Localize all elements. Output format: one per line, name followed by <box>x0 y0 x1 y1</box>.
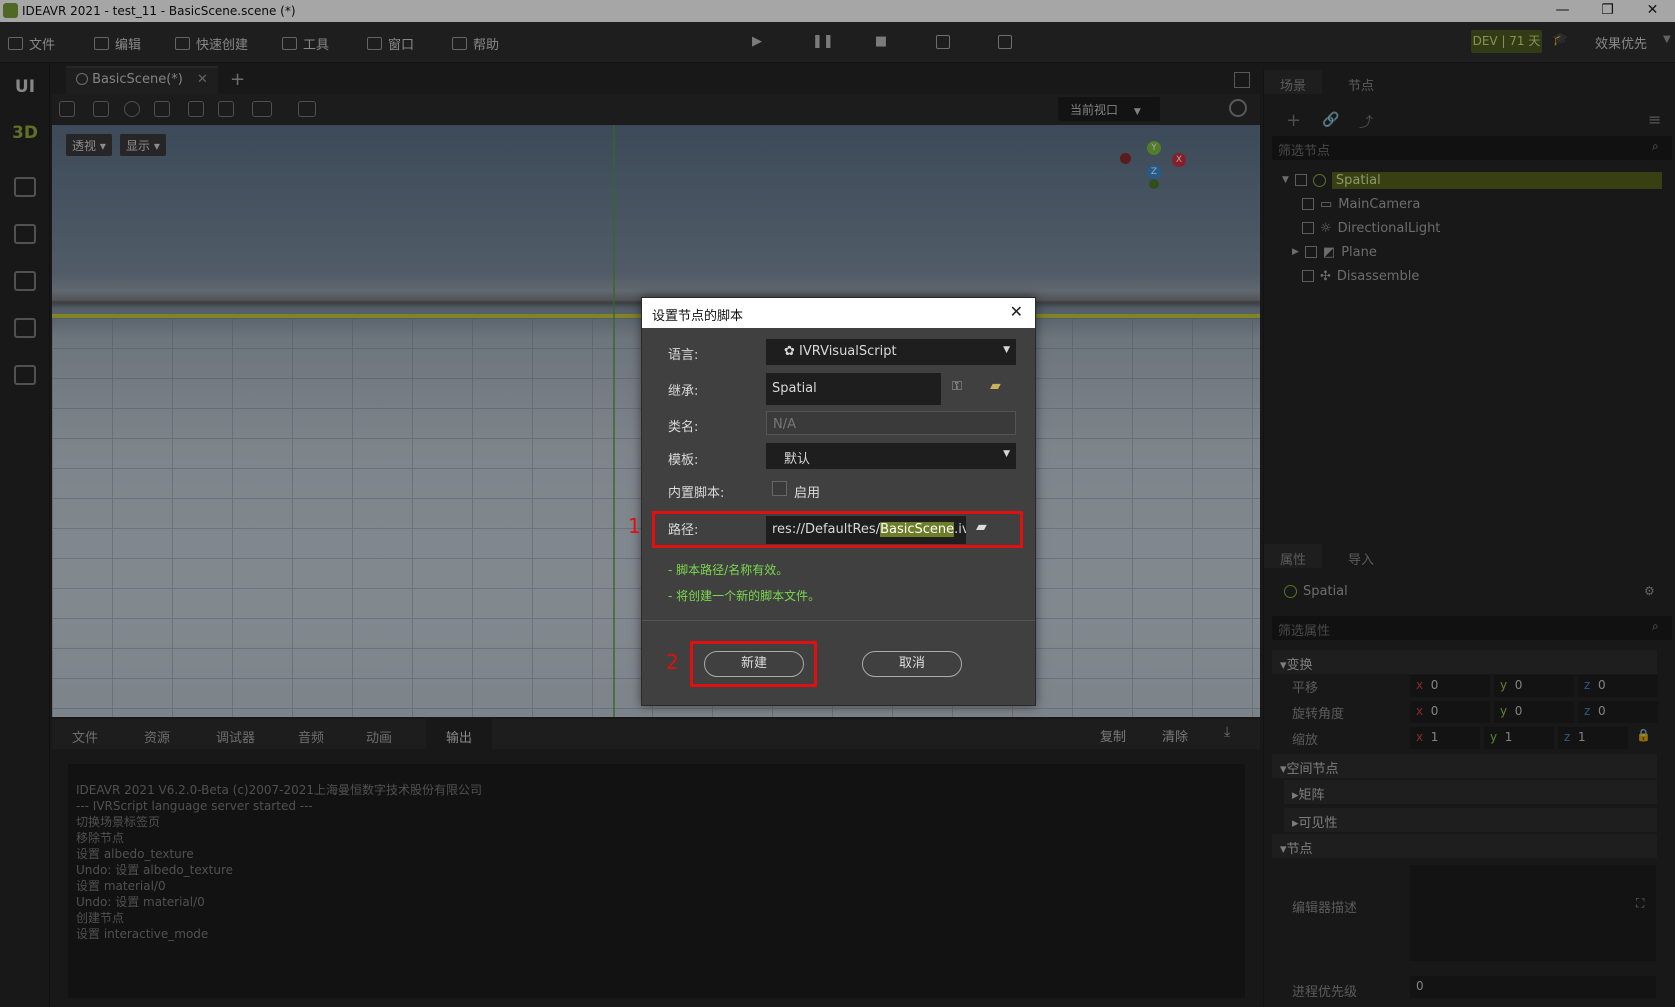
inherit-input[interactable]: Spatial <box>766 373 941 405</box>
builtin-script-option: 启用 <box>794 486 821 501</box>
folder-open-icon[interactable]: ▰ <box>990 378 1001 394</box>
set-node-script-dialog: 设置节点的脚本 ✕ 语言: ✿ IVRVisualScript ▼ 继承: Spa… <box>628 297 1036 706</box>
chevron-down-icon: ▼ <box>1003 345 1010 355</box>
path-valid-note: - 脚本路径/名称有效。 <box>668 563 789 577</box>
template-select[interactable]: 默认 ▼ <box>766 443 1016 469</box>
annotation-marker-1: 1 <box>628 514 641 538</box>
dialog-divider <box>642 620 1035 621</box>
class-name-label: 类名: <box>668 420 699 435</box>
dialog-header: 设置节点的脚本 ✕ <box>642 298 1035 328</box>
chevron-down-icon: ▼ <box>1003 449 1010 459</box>
inherit-label: 继承: <box>668 384 699 399</box>
dialog-title: 设置节点的脚本 <box>652 309 744 324</box>
new-file-note: - 将创建一个新的脚本文件。 <box>668 589 821 603</box>
builtin-script-label: 内置脚本: <box>668 486 725 501</box>
path-label: 路径: <box>668 523 699 538</box>
builtin-script-checkbox[interactable] <box>772 481 787 496</box>
puzzle-icon: ✿ <box>784 344 800 359</box>
cancel-button[interactable]: 取消 <box>862 651 962 677</box>
create-button[interactable]: 新建 <box>704 651 804 677</box>
language-select[interactable]: ✿ IVRVisualScript ▼ <box>766 339 1016 365</box>
folder-open-icon[interactable]: ▰ <box>976 519 987 535</box>
key-icon[interactable]: ⚿ <box>952 379 962 394</box>
annotation-marker-2: 2 <box>666 650 679 674</box>
class-name-input[interactable]: N/A <box>766 411 1016 435</box>
template-label: 模板: <box>668 453 699 468</box>
language-label: 语言: <box>668 348 699 363</box>
close-icon[interactable]: ✕ <box>1010 302 1023 321</box>
path-input[interactable]: res://DefaultRes/BasicScene.ivs <box>766 516 966 544</box>
